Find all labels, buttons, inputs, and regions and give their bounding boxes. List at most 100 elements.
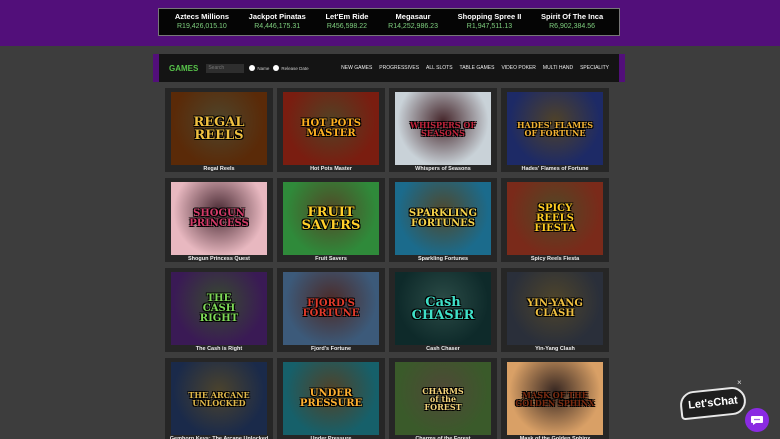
game-thumbnail[interactable]: CHARMS of the FOREST [395,362,491,435]
sort-by-release-label: Release Date [281,65,309,71]
game-logo: SHOGUN PRINCESS [189,207,249,229]
jackpot-name: Spirit Of The Inca [541,12,604,21]
game-title: Spicy Reels Fiesta [530,256,580,262]
game-title: Fruit Savers [315,256,347,262]
game-card[interactable]: THE CASH RIGHT The Cash is Right [165,268,273,352]
category-nav: NEW GAMES PROGRESSIVES ALL SLOTS TABLE GAME… [334,65,609,71]
game-logo: CHARMS of the FOREST [422,385,464,412]
radio-circle-icon[interactable] [273,65,280,71]
game-card[interactable]: HADES' FLAMES OF FORTUNE Hades' Flames o… [501,88,609,172]
game-card[interactable]: SHOGUN PRINCESS Shogun Princess Quest [165,178,273,262]
chat-icon [751,416,763,425]
jackpot-item: Spirit Of The Inca R6,902,384.56 [541,12,603,32]
jackpot-name: Aztecs Millions [174,12,230,21]
game-card[interactable]: FRUIT SAVERS Fruit Savers [277,178,385,262]
game-title: Cash Chaser [426,346,460,352]
game-logo: Cash CHASER [411,294,475,323]
game-logo: FJORD'S FORTUNE [302,297,360,319]
game-thumbnail[interactable]: REGAL REELS [171,92,267,165]
jackpot-item: Shopping Spree II R1,947,511.13 [458,12,522,32]
jackpot-item: Jackpot Pinatas R4,446,175.31 [249,12,306,32]
game-card[interactable]: CHARMS of the FOREST Charms of the Fores… [389,358,497,439]
game-logo: HADES' FLAMES OF FORTUNE [516,119,594,138]
game-logo: REGAL REELS [193,114,245,143]
game-thumbnail[interactable]: SPICY REELS FIESTA [507,182,603,255]
game-thumbnail[interactable]: SHOGUN PRINCESS [171,182,267,255]
game-card[interactable]: UNDER PRESSURE Under Pressure [277,358,385,439]
nav-item-video-poker[interactable]: VIDEO POKER [501,65,535,71]
game-title: Hot Pots Master [310,166,352,172]
game-title: Regal Reels [203,166,235,172]
game-card[interactable]: Cash CHASER Cash Chaser [389,268,497,352]
game-card[interactable]: SPICY REELS FIESTA Spicy Reels Fiesta [501,178,609,262]
nav-item-multi-hand[interactable]: MULTI HAND [543,65,573,71]
nav-item-progressives[interactable]: PROGRESSIVES [379,65,419,71]
game-thumbnail[interactable]: FRUIT SAVERS [283,182,379,255]
jackpot-amount: R14,252,986.23 [388,23,438,30]
chat-close-icon[interactable]: × [737,378,742,387]
game-logo: THE CASH RIGHT [199,292,239,324]
jackpot-amount: R19,426,015.10 [177,23,227,30]
game-thumbnail[interactable]: UNDER PRESSURE [283,362,379,435]
jackpot-item: Megasaur R14,252,986.23 [388,12,438,32]
search-input[interactable] [206,63,245,73]
game-title: Hades' Flames of Fortune [521,166,589,172]
jackpot-item: Aztecs Millions R19,426,015.10 [175,12,229,32]
game-card[interactable]: FJORD'S FORTUNE Fjord's Fortune [277,268,385,352]
game-thumbnail[interactable]: MASK OF THE GOLDEN SPHINX [507,362,603,435]
game-logo: YIN-YANG CLASH [527,297,583,319]
game-card[interactable]: YIN-YANG CLASH Yin-Yang Clash [501,268,609,352]
game-card[interactable]: THE ARCANE UNLOCKED Gemhorn Keys: The Ar… [165,358,273,439]
game-thumbnail[interactable]: HOT POTS MASTER [283,92,379,165]
sort-by-name-label: Name [257,65,270,71]
game-title: Fjord's Fortune [310,346,352,352]
nav-item-speciality[interactable]: SPECIALITY [580,65,609,71]
games-title: GAMES [169,63,199,73]
game-thumbnail[interactable]: FJORD'S FORTUNE [283,272,379,345]
game-thumbnail[interactable]: WHISPERS OF SEASONS [395,92,491,165]
nav-item-table-games[interactable]: TABLE GAMES [460,65,495,71]
game-thumbnail[interactable]: HADES' FLAMES OF FORTUNE [507,92,603,165]
game-thumbnail[interactable]: SPARKLING FORTUNES [395,182,491,255]
jackpot-amount: R1,947,511.13 [466,23,513,30]
nav-item-all-slots[interactable]: ALL SLOTS [426,65,453,71]
game-logo: MASK OF THE GOLDEN SPHINX [515,389,595,408]
game-card[interactable]: HOT POTS MASTER Hot Pots Master [277,88,385,172]
jackpot-amount: R456,598.22 [326,23,367,30]
game-thumbnail[interactable]: Cash CHASER [395,272,491,345]
game-title: The Cash is Right [195,346,243,352]
radio-circle-icon[interactable] [249,65,256,71]
game-card[interactable]: MASK OF THE GOLDEN SPHINX Mask of the Go… [501,358,609,439]
game-thumbnail[interactable]: THE CASH RIGHT [171,272,267,345]
game-logo: HOT POTS MASTER [301,117,361,139]
game-title: Yin-Yang Clash [535,346,575,352]
sort-by-release-radio[interactable]: Release Date [273,65,309,71]
nav-item-new-games[interactable]: NEW GAMES [341,65,372,71]
game-logo: THE ARCANE UNLOCKED [188,389,250,408]
game-logo: WHISPERS OF SEASONS [409,119,477,138]
jackpot-name: Let'Em Ride [325,12,369,21]
top-banner: Aztecs Millions R19,426,015.10 Jackpot Pin… [0,0,780,46]
games-toolbar: GAMES Name Release Date NEW GAMES PROGRES… [153,54,625,82]
game-card[interactable]: WHISPERS OF SEASONS Whispers of Seasons [389,88,497,172]
games-grid: REGAL REELS Regal Reels HOT POTS MASTER … [165,88,611,439]
game-title: Sparkling Fortunes [417,256,469,262]
game-logo: UNDER PRESSURE [299,387,363,409]
chat-launcher-button[interactable] [745,408,769,432]
jackpot-amount: R4,446,175.31 [254,23,301,30]
lets-chat-bubble[interactable]: Let'sChat [678,385,748,421]
game-logo: SPICY REELS FIESTA [534,202,576,234]
game-thumbnail[interactable]: THE ARCANE UNLOCKED [171,362,267,435]
game-card[interactable]: SPARKLING FORTUNES Sparkling Fortunes [389,178,497,262]
game-logo: SPARKLING FORTUNES [408,207,478,229]
jackpot-ticker: Aztecs Millions R19,426,015.10 Jackpot Pin… [158,8,620,36]
game-thumbnail[interactable]: YIN-YANG CLASH [507,272,603,345]
jackpot-item: Let'Em Ride R456,598.22 [325,12,368,32]
game-title: Shogun Princess Quest [187,256,251,262]
sort-by-name-radio[interactable]: Name [249,65,269,71]
game-logo: FRUIT SAVERS [301,204,361,233]
jackpot-amount: R6,902,384.56 [549,23,596,30]
jackpot-name: Megasaur [395,12,431,21]
game-card[interactable]: REGAL REELS Regal Reels [165,88,273,172]
game-title: Whispers of Seasons [415,166,471,172]
